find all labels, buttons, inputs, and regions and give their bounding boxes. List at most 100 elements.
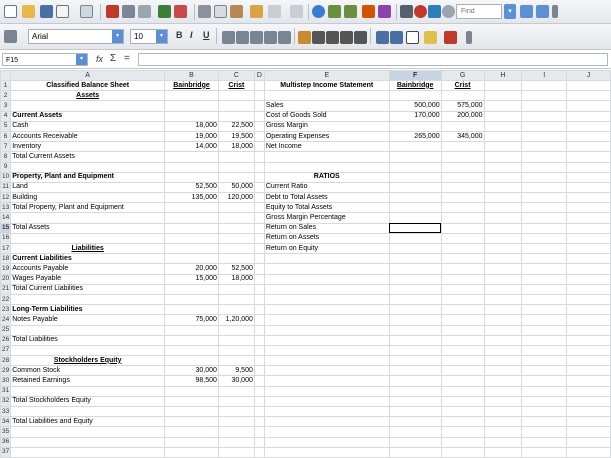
cell-G18[interactable] (440, 253, 485, 265)
cell-H2[interactable] (483, 90, 523, 102)
cell-G29[interactable] (440, 365, 485, 377)
cell-B5[interactable]: 18,000 (164, 120, 219, 132)
cell-E18[interactable] (263, 253, 390, 265)
cell-E21[interactable] (263, 283, 390, 295)
row-header[interactable]: 19 (0, 263, 12, 275)
cell-A20[interactable]: Wages Payable (10, 273, 166, 285)
cell-D24[interactable] (253, 314, 265, 326)
cell-E16[interactable]: Return on Assets (263, 232, 390, 245)
cell-B27[interactable] (164, 344, 219, 357)
cell-H9[interactable] (483, 161, 523, 173)
cell-J29[interactable] (566, 365, 611, 377)
cell-A22[interactable] (10, 293, 166, 306)
cell-G1[interactable]: Crist (440, 79, 485, 92)
cell-D22[interactable] (253, 293, 265, 306)
cell-J21[interactable] (566, 283, 611, 295)
cell-D20[interactable] (253, 273, 265, 285)
cell-H29[interactable] (483, 365, 523, 377)
cell-E27[interactable] (263, 344, 390, 357)
cell-B19[interactable]: 20,000 (164, 263, 219, 275)
cell-J36[interactable] (566, 436, 611, 448)
cell-H17[interactable] (483, 242, 523, 255)
row-header[interactable]: 29 (0, 365, 12, 377)
cell-C16[interactable] (217, 232, 255, 245)
cell-E1[interactable]: Multistep Income Statement (263, 79, 390, 92)
cell-H6[interactable] (483, 130, 523, 143)
background-color-icon[interactable] (424, 31, 437, 44)
row-header[interactable]: 10 (0, 171, 12, 183)
cell-C28[interactable] (217, 355, 255, 367)
cell-G9[interactable] (440, 161, 485, 173)
cell-D10[interactable] (253, 171, 265, 183)
cell-A24[interactable]: Notes Payable (10, 314, 166, 326)
cell-J12[interactable] (566, 192, 611, 204)
cell-I30[interactable] (521, 375, 568, 387)
cell-E31[interactable] (263, 385, 390, 397)
cell-E36[interactable] (263, 436, 390, 448)
chart-icon[interactable] (362, 5, 375, 18)
cell-H27[interactable] (483, 344, 523, 357)
cell-D15[interactable] (253, 222, 265, 234)
cell-J14[interactable] (566, 212, 611, 224)
email-icon[interactable] (56, 5, 69, 18)
cell-F14[interactable] (388, 212, 442, 224)
delete-decimal-icon[interactable] (354, 31, 367, 44)
font-name-select[interactable]: Arial ▾ (28, 29, 124, 44)
cell-D21[interactable] (253, 283, 265, 295)
cell-H10[interactable] (483, 171, 523, 183)
cell-E29[interactable] (263, 365, 390, 377)
cell-E6[interactable]: Operating Expenses (263, 130, 390, 143)
cell-J26[interactable] (566, 334, 611, 346)
font-size-select[interactable]: 10 ▾ (130, 29, 168, 44)
cell-E8[interactable] (263, 151, 390, 163)
cell-A28[interactable]: Stockholders Equity (10, 355, 166, 367)
cell-I33[interactable] (521, 405, 568, 418)
cell-C31[interactable] (217, 385, 255, 397)
zoom-icon[interactable] (442, 5, 455, 18)
function-equals-icon[interactable]: = (124, 53, 130, 64)
cell-J9[interactable] (566, 161, 611, 173)
cell-G11[interactable] (440, 181, 485, 194)
cell-F28[interactable] (388, 355, 442, 367)
cell-E19[interactable] (263, 263, 390, 275)
cell-D28[interactable] (253, 355, 265, 367)
cell-J28[interactable] (566, 355, 611, 367)
cell-I23[interactable] (521, 304, 568, 316)
undo-icon[interactable] (268, 5, 281, 18)
chevron-down-icon[interactable]: ▾ (156, 30, 167, 43)
clone-formatting-icon[interactable] (250, 5, 263, 18)
align-left-icon[interactable] (222, 31, 235, 44)
cell-D36[interactable] (253, 436, 265, 448)
find-previous-icon[interactable] (536, 5, 549, 18)
cell-J25[interactable] (566, 324, 611, 336)
cell-E35[interactable] (263, 426, 390, 438)
cell-B17[interactable] (164, 242, 219, 255)
row-header[interactable]: 18 (0, 253, 12, 265)
cell-F9[interactable] (388, 161, 442, 173)
cell-A15[interactable]: Total Assets (10, 222, 166, 234)
cell-C17[interactable] (217, 242, 255, 255)
cell-D33[interactable] (253, 405, 265, 418)
cell-E28[interactable] (263, 355, 390, 367)
cell-G32[interactable] (440, 395, 485, 408)
add-decimal-icon[interactable] (340, 31, 353, 44)
cell-D34[interactable] (253, 416, 265, 428)
cell-I21[interactable] (521, 283, 568, 295)
cell-D7[interactable] (253, 141, 265, 153)
cell-E34[interactable] (263, 416, 390, 428)
cell-E32[interactable] (263, 395, 390, 408)
cell-C19[interactable]: 52,500 (217, 263, 255, 275)
cell-H11[interactable] (483, 181, 523, 194)
cell-D30[interactable] (253, 375, 265, 387)
cell-A17[interactable]: Liabilities (10, 242, 166, 255)
cell-G15[interactable] (440, 222, 485, 234)
cell-B33[interactable] (164, 405, 219, 418)
row-header[interactable]: 34 (0, 416, 12, 428)
draw-functions-icon[interactable] (378, 5, 391, 18)
cell-H36[interactable] (483, 436, 523, 448)
cell-E2[interactable] (263, 90, 390, 102)
cell-E13[interactable]: Equity to Total Assets (263, 202, 390, 214)
cell-G35[interactable] (440, 426, 485, 438)
cell-J10[interactable] (566, 171, 611, 183)
cell-A21[interactable]: Total Current Liabilities (10, 283, 166, 295)
